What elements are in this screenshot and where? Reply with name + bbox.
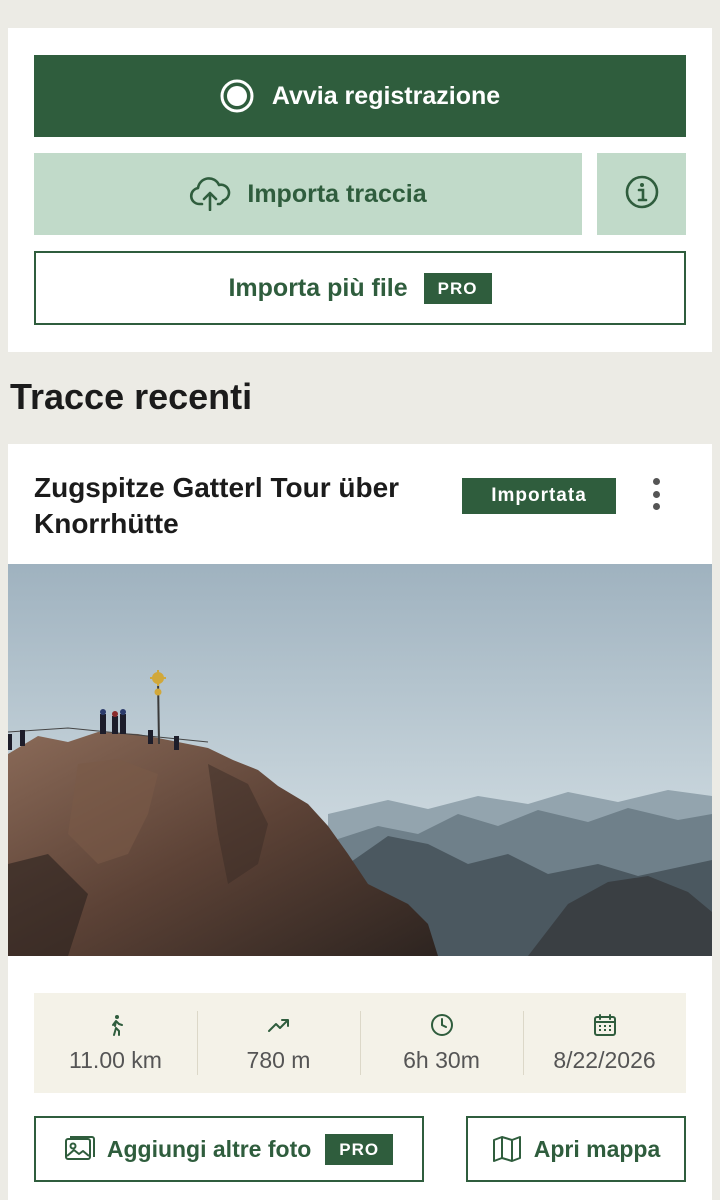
pro-badge: PRO [423, 272, 492, 304]
date-stat: 8/22/2026 [523, 993, 686, 1093]
import-track-label: Importa traccia [247, 179, 427, 208]
track-photo [8, 564, 712, 956]
clock-icon [430, 1013, 454, 1037]
status-badge: Importata [462, 478, 616, 514]
distance-stat: 11.00 km [34, 993, 197, 1093]
open-map-label: Apri mappa [533, 1135, 661, 1162]
track-title: Zugspitze Gatterl Tour über Knorrhütte [34, 472, 400, 539]
duration-value: 6h 30m [403, 1046, 480, 1073]
date-value: 8/22/2026 [553, 1046, 656, 1073]
record-icon [220, 79, 254, 113]
info-icon [625, 175, 659, 214]
import-actions-card: Avvia registrazione Importa traccia Impo… [8, 28, 712, 352]
calendar-icon [593, 1013, 617, 1037]
duration-stat: 6h 30m [360, 993, 523, 1093]
import-track-button[interactable]: Importa traccia [34, 153, 582, 235]
more-vertical-icon[interactable] [638, 474, 674, 514]
add-photos-label: Aggiungi altre foto [106, 1135, 312, 1162]
distance-value: 11.00 km [69, 1046, 162, 1073]
start-recording-label: Avvia registrazione [271, 81, 501, 110]
start-recording-button[interactable]: Avvia registrazione [34, 55, 686, 137]
import-multiple-label: Importa più file [228, 273, 408, 302]
trending-up-icon [267, 1013, 291, 1037]
import-multiple-files-button[interactable]: Importa più file PRO [34, 251, 686, 325]
open-map-button[interactable]: Apri mappa [466, 1116, 686, 1182]
walk-icon [104, 1013, 128, 1037]
recent-tracks-heading: Tracce recenti [10, 376, 253, 417]
track-card[interactable]: Zugspitze Gatterl Tour über Knorrhütte I… [8, 444, 712, 1200]
pro-badge: PRO [325, 1133, 394, 1165]
track-stats: 11.00 km 780 m 6h 30m 8/22/2026 [34, 993, 686, 1093]
image-icon [64, 1135, 95, 1163]
info-button[interactable] [597, 153, 686, 235]
cloud-upload-icon [189, 177, 233, 211]
add-photos-button[interactable]: Aggiungi altre foto PRO [34, 1116, 424, 1182]
elevation-stat: 780 m [197, 993, 360, 1093]
elevation-value: 780 m [246, 1046, 311, 1073]
map-icon [492, 1135, 522, 1163]
